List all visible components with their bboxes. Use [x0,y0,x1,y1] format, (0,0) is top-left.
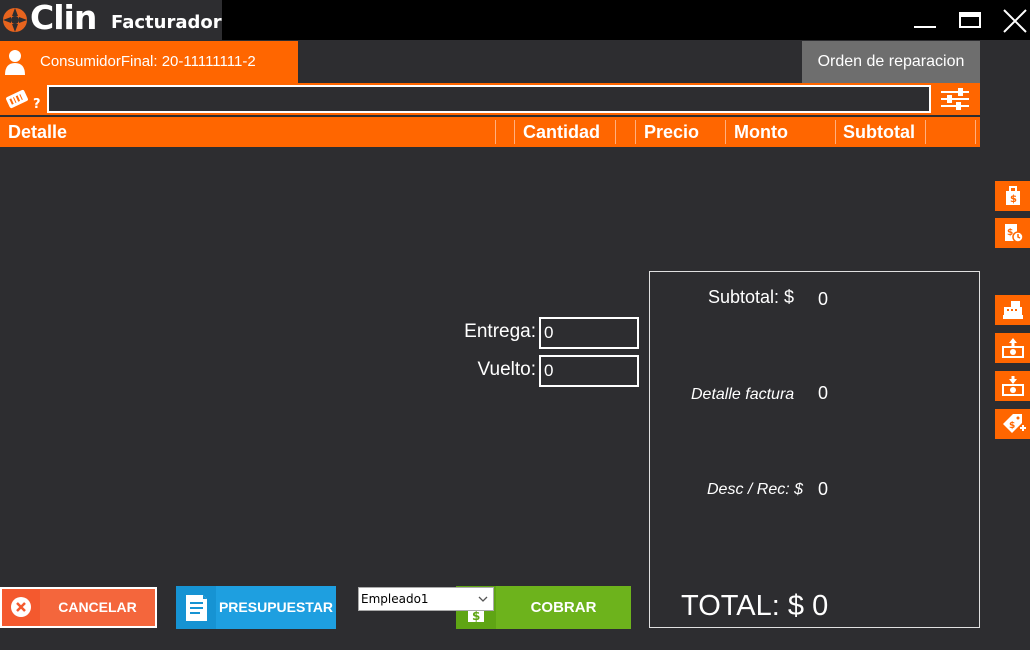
column-precio[interactable]: Precio [644,117,699,147]
document-icon [186,595,207,621]
entrega-label: Entrega: [464,321,536,342]
filter-settings-icon[interactable] [940,87,970,111]
column-divider [514,120,515,144]
svg-text:$: $ [1009,421,1015,431]
close-icon[interactable] [1000,6,1030,36]
search-hint: ? [33,97,41,110]
column-subtotal[interactable]: Subtotal [843,117,915,147]
discount-tag-icon: $ [1003,414,1026,433]
column-divider [635,120,636,144]
cash-out-button[interactable] [995,371,1030,401]
price-tag-icon: $ [1006,186,1020,205]
desc-rec-value: 0 [818,479,829,499]
desc-rec-label: Desc / Rec: $ [707,481,804,498]
cancel-icon-box [2,589,38,626]
price-tag-button[interactable]: $ [995,181,1030,211]
cancel-label: CANCELAR [40,589,155,626]
app-title: Facturador [111,12,222,33]
employee-selected: Empleado1 [361,592,429,606]
subtotal-label: Subtotal: $ [708,287,795,307]
customer-label: ConsumidorFinal: 20-11111111-2 [40,53,256,70]
minimize-icon[interactable] [911,6,941,36]
chevron-down-icon [478,596,488,602]
orden-reparacion-button[interactable]: Orden de reparacion [802,41,980,83]
presupuestar-icon-box [176,586,216,629]
column-divider [725,120,726,144]
search-bar: ? [0,83,980,115]
maximize-icon[interactable] [955,6,985,36]
discount-tag-button[interactable]: $ [995,409,1030,439]
cancel-icon [11,597,31,617]
column-divider [495,120,496,144]
vuelto-label: Vuelto: [477,359,536,380]
logo: Clin Facturador [0,0,222,40]
logo-mark-icon [3,8,27,32]
user-icon [5,50,25,75]
items-table-header: Detalle Cantidad Precio Monto Subtotal [0,117,980,147]
presupuestar-label: PRESUPUESTAR [218,599,334,615]
column-divider [975,120,976,144]
column-divider [615,120,616,144]
column-divider [835,120,836,144]
bill-refresh-icon: $ [1005,224,1024,243]
employee-select[interactable]: Empleado1 [358,587,494,611]
cash-register-icon [1003,301,1023,319]
column-detalle[interactable]: Detalle [8,117,67,147]
detalle-factura-label: Detalle factura [691,386,795,403]
cobrar-label: COBRAR [530,599,597,616]
svg-text:$: $ [472,609,480,623]
cash-out-icon [1002,376,1024,396]
cash-in-button[interactable] [995,333,1030,363]
entrega-input[interactable] [539,317,639,349]
vuelto-input[interactable] [539,355,639,387]
search-input[interactable] [47,85,931,113]
subtotal-value: 0 [818,289,829,309]
bill-refresh-button[interactable]: $ [995,218,1030,248]
cash-register-button[interactable] [995,295,1030,325]
total-amount: TOTAL: $ 0 [681,590,829,622]
customer-selector[interactable]: ConsumidorFinal: 20-11111111-2 [0,41,298,83]
title-bar: Clin Facturador [0,0,1030,40]
column-cantidad[interactable]: Cantidad [523,117,600,147]
column-monto[interactable]: Monto [734,117,788,147]
barcode-search-icon[interactable]: ? [5,88,45,110]
cancel-button[interactable]: CANCELAR [0,587,157,628]
column-divider [925,120,926,144]
detalle-factura-value: 0 [818,383,829,403]
totals-panel: Subtotal: $ 0 Detalle factura 0 Desc / R… [649,271,980,628]
presupuestar-button[interactable]: PRESUPUESTAR [176,586,336,629]
cash-in-icon [1002,338,1024,358]
svg-text:$: $ [1010,194,1017,205]
logo-text: Clin [30,0,97,37]
